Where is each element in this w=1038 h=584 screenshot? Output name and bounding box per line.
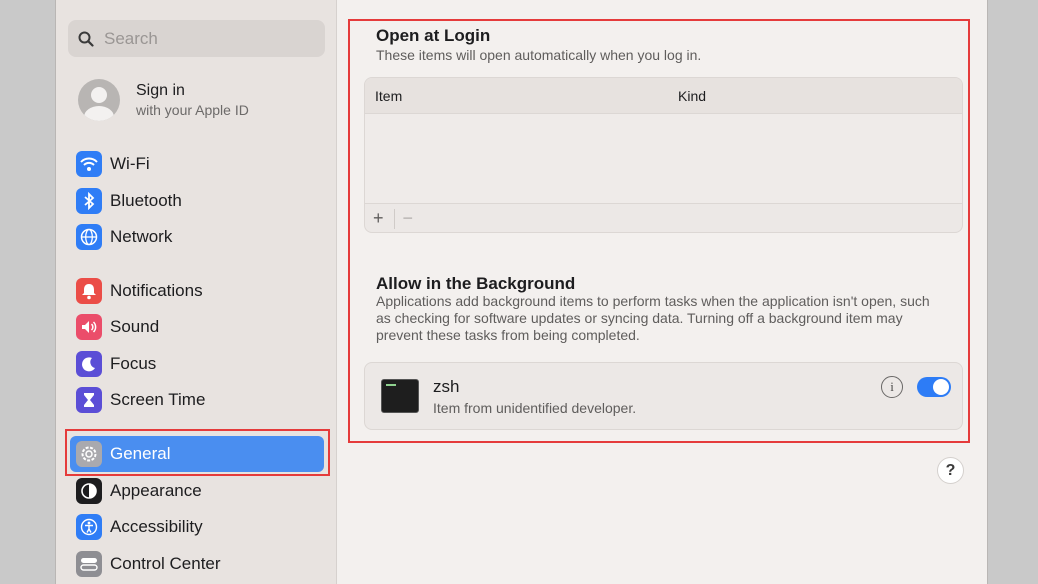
sidebar-item-label: Control Center bbox=[110, 554, 221, 573]
gear-icon bbox=[76, 441, 102, 467]
speaker-icon bbox=[76, 314, 102, 340]
control-center-icon bbox=[76, 551, 102, 577]
hourglass-icon bbox=[76, 387, 102, 413]
sidebar-item-label: Wi-Fi bbox=[110, 154, 150, 173]
sidebar-item-label: General bbox=[110, 444, 171, 463]
help-button[interactable]: ? bbox=[937, 457, 964, 484]
sidebar-item-accessibility[interactable]: Accessibility bbox=[70, 509, 324, 545]
sidebar: Search Sign in with your Apple ID Wi-Fi bbox=[56, 0, 337, 584]
info-button[interactable]: i bbox=[881, 376, 903, 398]
settings-window: Search Sign in with your Apple ID Wi-Fi bbox=[55, 0, 988, 584]
background-item-toggle[interactable] bbox=[917, 377, 951, 397]
globe-icon bbox=[76, 224, 102, 250]
signin-subtitle: with your Apple ID bbox=[136, 102, 249, 118]
signin-title: Sign in bbox=[136, 82, 185, 99]
footer-divider bbox=[393, 208, 395, 229]
sidebar-item-label: Sound bbox=[110, 317, 160, 336]
open-at-login-title: Open at Login bbox=[376, 26, 491, 45]
accessibility-icon bbox=[76, 514, 102, 540]
sidebar-item-notifications[interactable]: Notifications bbox=[70, 273, 324, 309]
sidebar-item-wifi[interactable]: Wi-Fi bbox=[70, 146, 324, 182]
sidebar-item-bluetooth[interactable]: Bluetooth bbox=[70, 183, 324, 219]
sidebar-item-label: Accessibility bbox=[110, 517, 203, 536]
appearance-icon bbox=[76, 478, 102, 504]
apple-id-signin[interactable]: Sign in with your Apple ID bbox=[78, 79, 249, 121]
allow-background-description: Applications add background items to per… bbox=[376, 293, 930, 343]
background-item-name: zsh bbox=[433, 377, 460, 396]
sidebar-item-focus[interactable]: Focus bbox=[70, 346, 324, 382]
login-items-table: Item Kind + − bbox=[364, 77, 963, 233]
open-at-login-subtitle: These items will open automatically when… bbox=[376, 47, 702, 63]
sidebar-item-screen-time[interactable]: Screen Time bbox=[70, 382, 324, 418]
allow-background-title: Allow in the Background bbox=[376, 274, 576, 293]
terminal-icon bbox=[381, 379, 419, 413]
sidebar-item-label: Appearance bbox=[110, 481, 202, 500]
table-footer: + − bbox=[365, 203, 962, 232]
bell-icon bbox=[76, 278, 102, 304]
background-item-row: zsh Item from unidentified developer. i bbox=[364, 362, 963, 430]
sidebar-item-label: Network bbox=[110, 227, 173, 246]
wifi-icon bbox=[76, 151, 102, 177]
person-icon bbox=[84, 87, 114, 121]
sidebar-item-label: Screen Time bbox=[110, 390, 206, 409]
sidebar-item-general[interactable]: General bbox=[70, 436, 324, 472]
bluetooth-icon bbox=[76, 188, 102, 214]
moon-icon bbox=[76, 351, 102, 377]
column-header-item[interactable]: Item bbox=[375, 88, 402, 104]
sidebar-item-appearance[interactable]: Appearance bbox=[70, 473, 324, 509]
sidebar-item-label: Focus bbox=[110, 354, 157, 373]
background-item-subtitle: Item from unidentified developer. bbox=[433, 400, 637, 416]
table-body[interactable] bbox=[365, 114, 962, 203]
remove-item-button[interactable]: − bbox=[403, 208, 414, 229]
sidebar-item-label: Notifications bbox=[110, 281, 203, 300]
search-icon bbox=[78, 31, 94, 47]
avatar bbox=[78, 79, 120, 121]
column-header-kind[interactable]: Kind bbox=[678, 88, 706, 104]
search-field[interactable]: Search bbox=[68, 20, 325, 57]
search-placeholder: Search bbox=[104, 28, 158, 48]
sidebar-item-network[interactable]: Network bbox=[70, 219, 324, 255]
table-header: Item Kind bbox=[365, 78, 962, 114]
sidebar-item-sound[interactable]: Sound bbox=[70, 309, 324, 345]
sidebar-item-label: Bluetooth bbox=[110, 191, 182, 210]
toggle-knob bbox=[933, 379, 949, 395]
sidebar-item-control-center[interactable]: Control Center bbox=[70, 546, 324, 582]
add-item-button[interactable]: + bbox=[373, 208, 384, 229]
